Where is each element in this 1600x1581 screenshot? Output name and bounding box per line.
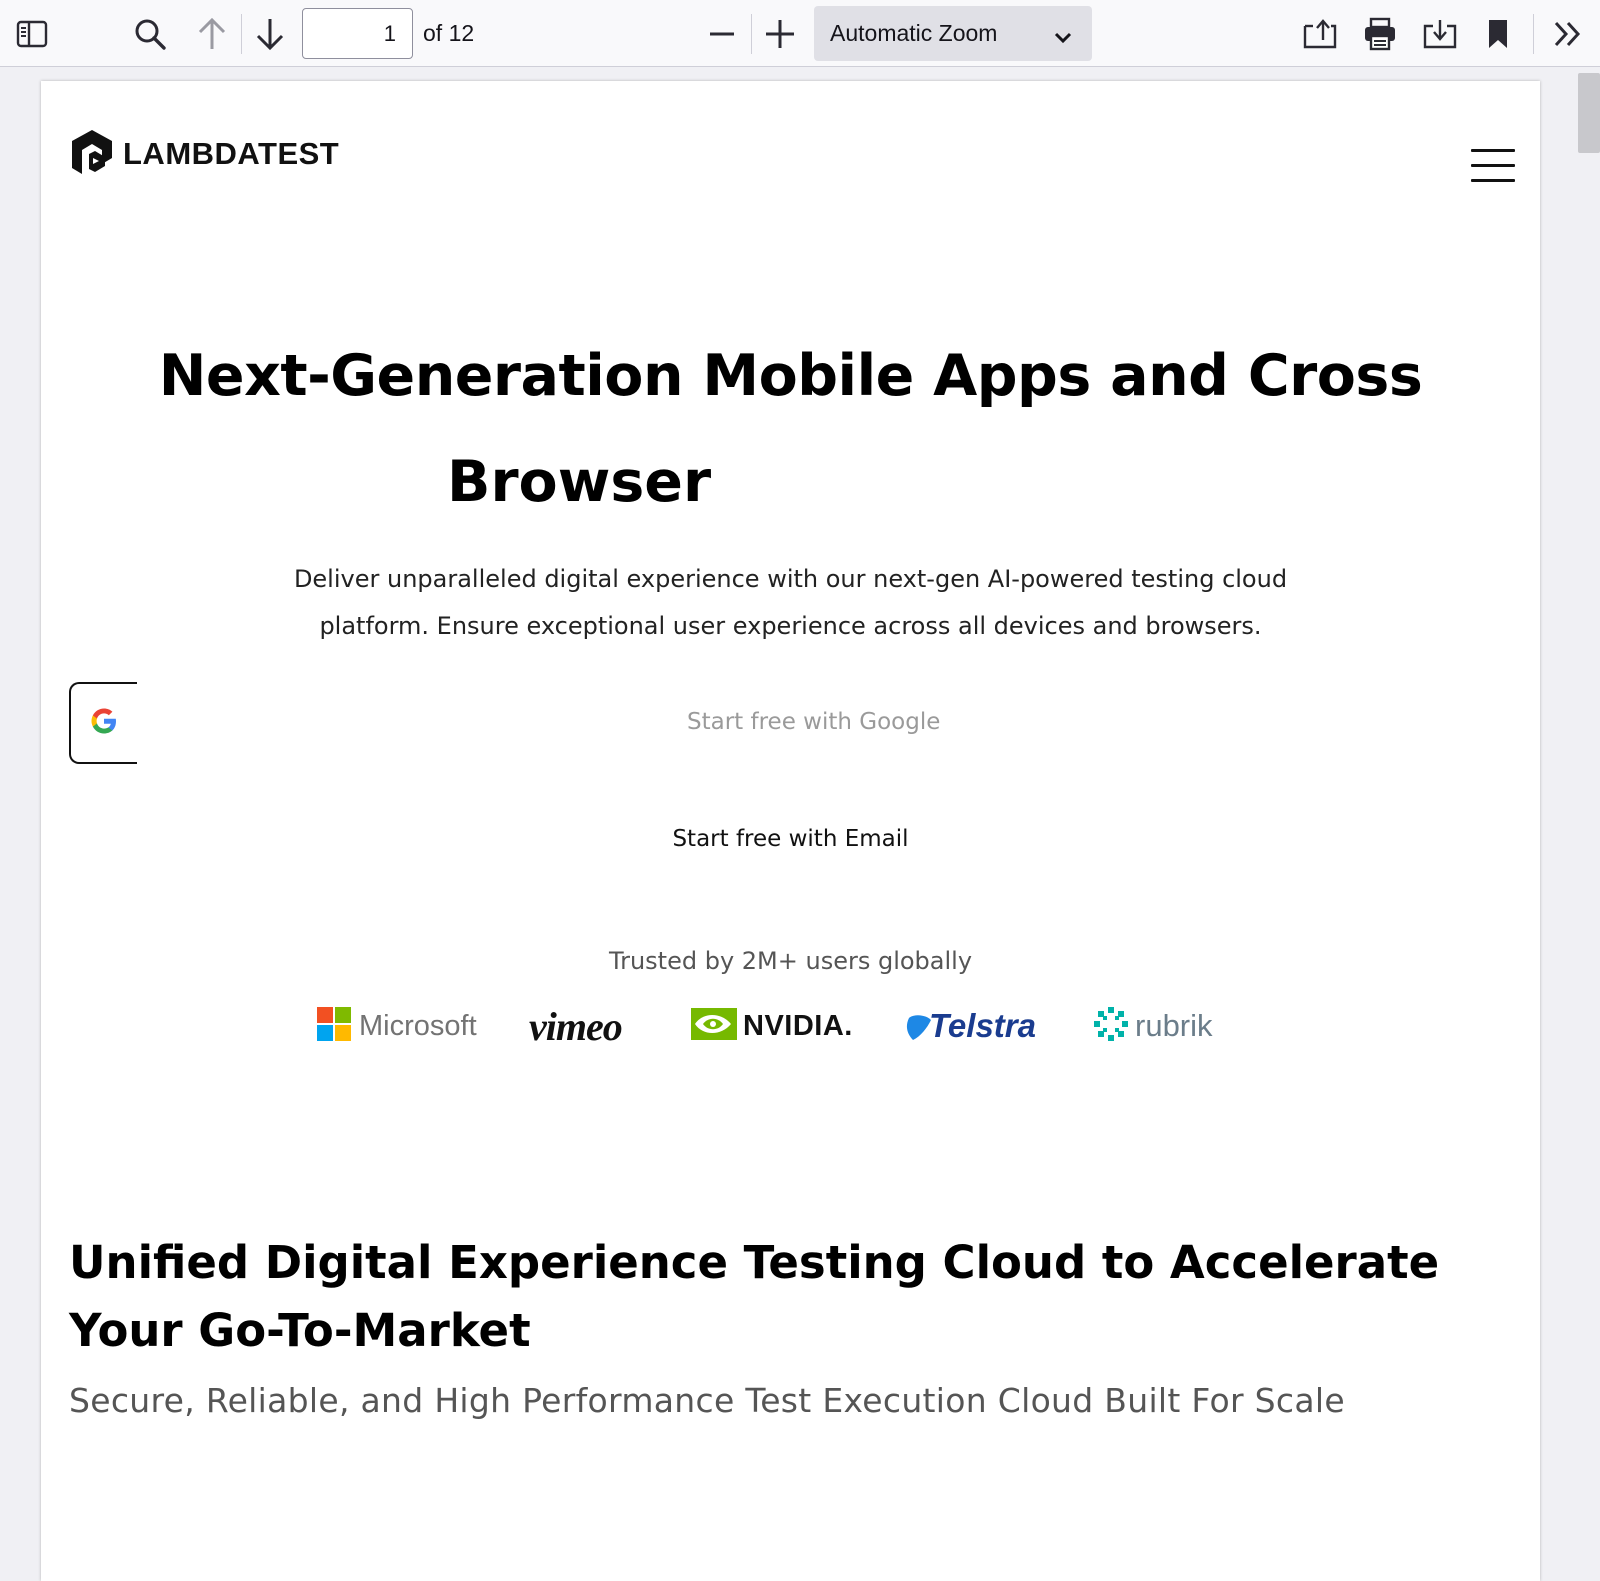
section-subtitle: Secure, Reliable, and High Performance T… bbox=[69, 1381, 1345, 1420]
open-file-icon bbox=[1303, 18, 1337, 50]
hamburger-line bbox=[1471, 149, 1515, 152]
section-title: Unified Digital Experience Testing Cloud… bbox=[69, 1236, 1440, 1357]
page-number-input[interactable] bbox=[302, 8, 413, 59]
nvidia-wordmark: NVIDIA. bbox=[743, 1009, 853, 1042]
trusted-by-text: Trusted by 2M+ users globally bbox=[608, 947, 973, 975]
pdf-page: LAMBDATEST Next-Generation Mobile Apps a… bbox=[41, 81, 1540, 1581]
logo-text: LAMBDATEST bbox=[123, 136, 340, 171]
toolbar-separator bbox=[241, 14, 242, 54]
lambdatest-logo[interactable]: LAMBDATEST bbox=[69, 128, 339, 180]
plus-icon bbox=[765, 19, 795, 49]
download-icon bbox=[1423, 18, 1457, 50]
lambdatest-logo-icon bbox=[69, 128, 115, 180]
zoom-in-button[interactable] bbox=[758, 12, 802, 56]
arrow-down-icon bbox=[254, 16, 286, 52]
hero-title-continued: Browser bbox=[447, 449, 712, 515]
search-icon bbox=[133, 17, 167, 51]
google-signup-label[interactable]: Start free with Google bbox=[687, 709, 940, 735]
telstra-wordmark: Telstra bbox=[929, 1007, 1036, 1044]
google-signup-button[interactable] bbox=[69, 682, 137, 764]
hero-subtitle-line: platform. Ensure exceptional user experi… bbox=[319, 612, 1262, 640]
rubrik-wordmark: rubrik bbox=[1135, 1008, 1213, 1043]
rubrik-logo: rubrik bbox=[1093, 1003, 1213, 1049]
telstra-logo: Telstra bbox=[903, 1003, 1036, 1049]
pdf-toolbar: of 12 Automatic Zoom bbox=[0, 0, 1600, 67]
microsoft-logo: Microsoft bbox=[317, 1003, 477, 1049]
nvidia-eye-icon bbox=[691, 1008, 737, 1044]
download-button[interactable] bbox=[1418, 12, 1462, 56]
microsoft-wordmark: Microsoft bbox=[359, 1009, 477, 1042]
scrollbar-thumb[interactable] bbox=[1578, 73, 1600, 153]
vimeo-logo: vimeo bbox=[529, 1003, 623, 1049]
hero-subtitle-line: Deliver unparalleled digital experience … bbox=[293, 565, 1288, 593]
open-file-button[interactable] bbox=[1298, 12, 1342, 56]
minus-icon bbox=[708, 20, 736, 48]
find-button[interactable] bbox=[128, 12, 172, 56]
bookmark-icon bbox=[1486, 18, 1510, 50]
toolbar-separator bbox=[751, 14, 752, 54]
hamburger-line bbox=[1471, 179, 1515, 182]
hero-title: Next-Generation Mobile Apps and Cross bbox=[158, 343, 1423, 409]
sidebar-toggle-button[interactable] bbox=[10, 12, 54, 56]
hamburger-line bbox=[1471, 164, 1515, 167]
page-count-label: of 12 bbox=[423, 20, 475, 46]
toolbar-separator bbox=[1533, 14, 1534, 54]
print-button[interactable] bbox=[1358, 12, 1402, 56]
arrow-up-icon bbox=[196, 16, 228, 52]
nvidia-logo: NVIDIA. bbox=[691, 1003, 853, 1049]
pdf-viewer[interactable]: LAMBDATEST Next-Generation Mobile Apps a… bbox=[0, 67, 1600, 1581]
zoom-select[interactable]: Automatic Zoom bbox=[814, 6, 1092, 61]
next-page-button[interactable] bbox=[248, 12, 292, 56]
hero-subtitle: Deliver unparalleled digital experience … bbox=[41, 556, 1540, 650]
print-icon bbox=[1363, 17, 1397, 51]
vimeo-wordmark: vimeo bbox=[529, 1003, 623, 1049]
microsoft-squares-icon bbox=[317, 1007, 351, 1045]
chevron-down-icon bbox=[1054, 24, 1072, 51]
zoom-select-label: Automatic Zoom bbox=[830, 20, 998, 46]
previous-page-button[interactable] bbox=[190, 12, 234, 56]
bookmark-button[interactable] bbox=[1476, 12, 1520, 56]
zoom-out-button[interactable] bbox=[700, 12, 744, 56]
tools-menu-button[interactable] bbox=[1546, 12, 1590, 56]
rubrik-flower-icon bbox=[1093, 1006, 1129, 1046]
double-chevron-right-icon bbox=[1553, 20, 1583, 48]
sidebar-toggle-icon bbox=[16, 20, 48, 48]
email-signup-button[interactable]: Start free with Email bbox=[41, 826, 1540, 852]
hamburger-menu-button[interactable] bbox=[1471, 149, 1515, 183]
google-g-icon bbox=[89, 706, 119, 740]
